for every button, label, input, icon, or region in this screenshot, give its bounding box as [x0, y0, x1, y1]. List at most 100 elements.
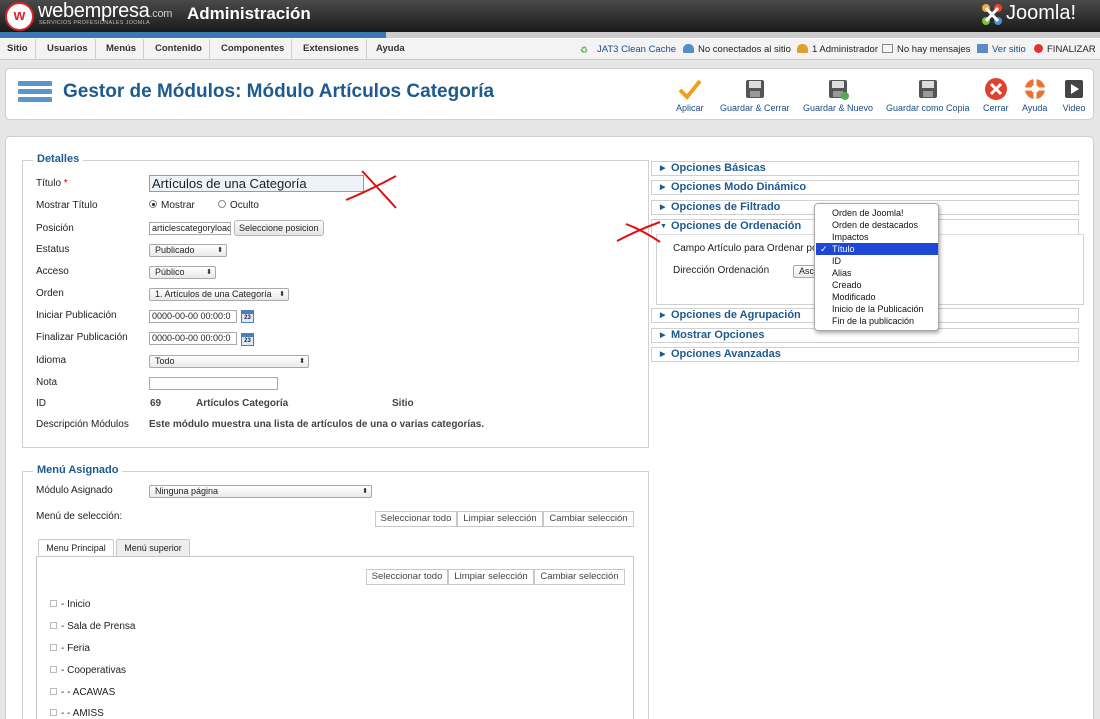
required-asterisk: * [63, 178, 68, 189]
details-legend: Detalles [33, 153, 84, 165]
order-select[interactable]: 1. Artículos de una Categoría ⬍ [149, 288, 289, 301]
description-value: Este módulo muestra una lista de artícul… [149, 419, 485, 430]
module-assignment-select[interactable]: Ninguna página ⬍ [149, 485, 372, 498]
brand-tld: .com [149, 8, 173, 20]
page-title: Gestor de Módulos: Módulo Artículos Cate… [63, 81, 495, 102]
id-value: 69 [150, 398, 162, 409]
id-label: ID [36, 398, 46, 409]
module-assignment-value: Ninguna página [155, 486, 219, 496]
position-input[interactable]: articlescategoryload [149, 222, 231, 235]
select-position-button[interactable]: Seleccione posicion [234, 220, 324, 236]
select-all-button[interactable]: Seleccionar todo [375, 511, 457, 527]
hide-title-radio[interactable] [218, 200, 226, 208]
dropdown-option-selected[interactable]: ✓ Título [816, 243, 938, 255]
save-new-icon [829, 80, 850, 100]
dropdown-option[interactable]: Creado [816, 279, 938, 291]
calendar-icon[interactable]: 23 [241, 333, 254, 346]
tab-menu-principal[interactable]: Menu Principal [38, 539, 114, 557]
language-value: Todo [155, 356, 175, 366]
triangle-right-icon: ▶ [660, 204, 666, 211]
select-arrow-icon: ⬍ [299, 358, 305, 365]
dropdown-option[interactable]: Orden de destacados [816, 219, 938, 231]
access-label: Acceso [36, 266, 69, 277]
menu-item-extensiones[interactable]: Extensiones [296, 39, 367, 60]
access-select[interactable]: Público ⬍ [149, 266, 216, 279]
admins-label: 1 Administrador [812, 44, 879, 55]
status-cache[interactable]: ♻ JAT3 Clean Cache [580, 39, 676, 60]
accordion-dynamic-mode[interactable]: ▶ Opciones Modo Dinámico [651, 180, 1079, 195]
tab-toggle-selection-button[interactable]: Cambiar selección [534, 569, 625, 585]
save-copy-button[interactable]: Guardar como Copia [886, 77, 970, 113]
menu-item-label: - Feria [61, 643, 90, 654]
select-arrow-icon: ⬍ [362, 488, 368, 495]
status-admins: 1 Administrador [797, 39, 878, 60]
top-header: w webempresa.com SERVICIOS PROFESIONALES… [0, 0, 1100, 32]
save-icon [745, 80, 764, 98]
accordion-label: Opciones Básicas [671, 162, 766, 174]
module-type: Artículos Categoría [196, 398, 289, 409]
select-arrow-icon: ⬍ [279, 291, 285, 298]
menu-item-ayuda[interactable]: Ayuda [369, 39, 412, 60]
show-title-radio[interactable] [149, 200, 157, 208]
menu-item-checkbox[interactable] [50, 622, 57, 629]
title-input[interactable]: Artículos de una Categoría [149, 175, 364, 192]
menu-item-menus[interactable]: Menús [99, 39, 145, 60]
menu-item-checkbox[interactable] [50, 644, 57, 651]
select-arrow-icon: ⬍ [217, 247, 223, 254]
save-new-label: Guardar & Nuevo [803, 103, 874, 113]
toggle-selection-button[interactable]: Cambiar selección [543, 511, 634, 527]
dropdown-option[interactable]: Impactos [816, 231, 938, 243]
menu-item-checkbox[interactable] [50, 600, 57, 607]
dropdown-option[interactable]: Modificado [816, 291, 938, 303]
accordion-basic-options[interactable]: ▶ Opciones Básicas [651, 161, 1079, 176]
menu-item-checkbox[interactable] [50, 666, 57, 673]
language-label: Idioma [36, 355, 67, 366]
menu-item-usuarios[interactable]: Usuarios [40, 39, 96, 60]
menu-item-label: - - ACAWAS [61, 687, 116, 698]
end-publishing-input[interactable]: 0000-00-00 00:00:0 [149, 332, 237, 345]
menu-item-componentes[interactable]: Componentes [214, 39, 293, 60]
save-new-button[interactable]: Guardar & Nuevo [803, 77, 873, 113]
menu-item-contenido[interactable]: Contenido [148, 39, 210, 60]
start-publishing-input[interactable]: 0000-00-00 00:00:0 [149, 310, 237, 323]
menu-item-checkbox[interactable] [50, 688, 57, 695]
menu-item-checkbox[interactable] [50, 709, 57, 716]
language-select[interactable]: Todo ⬍ [149, 355, 309, 368]
clear-selection-button[interactable]: Limpiar selección [457, 511, 543, 527]
dropdown-option[interactable]: ID [816, 255, 938, 267]
triangle-right-icon: ▶ [660, 312, 666, 319]
close-button[interactable]: Cerrar [983, 77, 1009, 113]
admin-icon [797, 44, 808, 53]
dropdown-option[interactable]: Orden de Joomla! [816, 207, 938, 219]
save-close-button[interactable]: Guardar & Cerrar [720, 77, 790, 113]
status-messages[interactable]: No hay mensajes [882, 39, 970, 60]
view-site-link[interactable]: Ver sitio [977, 39, 1026, 60]
accordion-advanced-options[interactable]: ▶ Opciones Avanzadas [651, 347, 1079, 362]
dropdown-option[interactable]: Inicio de la Publicación [816, 303, 938, 315]
title-label-text: Título [36, 178, 62, 189]
tab-select-all-button[interactable]: Seleccionar todo [366, 569, 448, 585]
cache-icon: ♻ [580, 45, 589, 55]
tab-menu-superior[interactable]: Menú superior [116, 539, 190, 556]
monitor-icon [977, 44, 988, 53]
menu-item-label: - Cooperativas [61, 665, 127, 676]
menu-item-sitio[interactable]: Sitio [0, 39, 36, 60]
description-label: Descripción Módulos [36, 419, 129, 430]
apply-button[interactable]: Aplicar [676, 77, 704, 113]
annotation-cross-icon [345, 170, 397, 209]
calendar-icon[interactable]: 23 [241, 310, 254, 323]
dropdown-option[interactable]: Alias [816, 267, 938, 279]
admin-title: Administración [187, 4, 311, 23]
logout-label: FINALIZAR [1047, 44, 1096, 55]
logout-link[interactable]: FINALIZAR [1034, 39, 1096, 60]
status-select[interactable]: Publicado ⬍ [149, 244, 227, 257]
mail-icon [882, 44, 893, 53]
video-button[interactable]: Video [1062, 77, 1086, 113]
help-button[interactable]: Ayuda [1022, 77, 1047, 113]
hide-title-option-label: Oculto [230, 200, 259, 211]
dropdown-option[interactable]: Fin de la publicación [816, 315, 938, 327]
show-title-option-label: Mostrar [161, 200, 195, 211]
note-input[interactable] [149, 377, 278, 390]
brand-tagline: SERVICIOS PROFESIONALES JOOMLA [39, 20, 150, 26]
tab-clear-selection-button[interactable]: Limpiar selección [448, 569, 534, 585]
